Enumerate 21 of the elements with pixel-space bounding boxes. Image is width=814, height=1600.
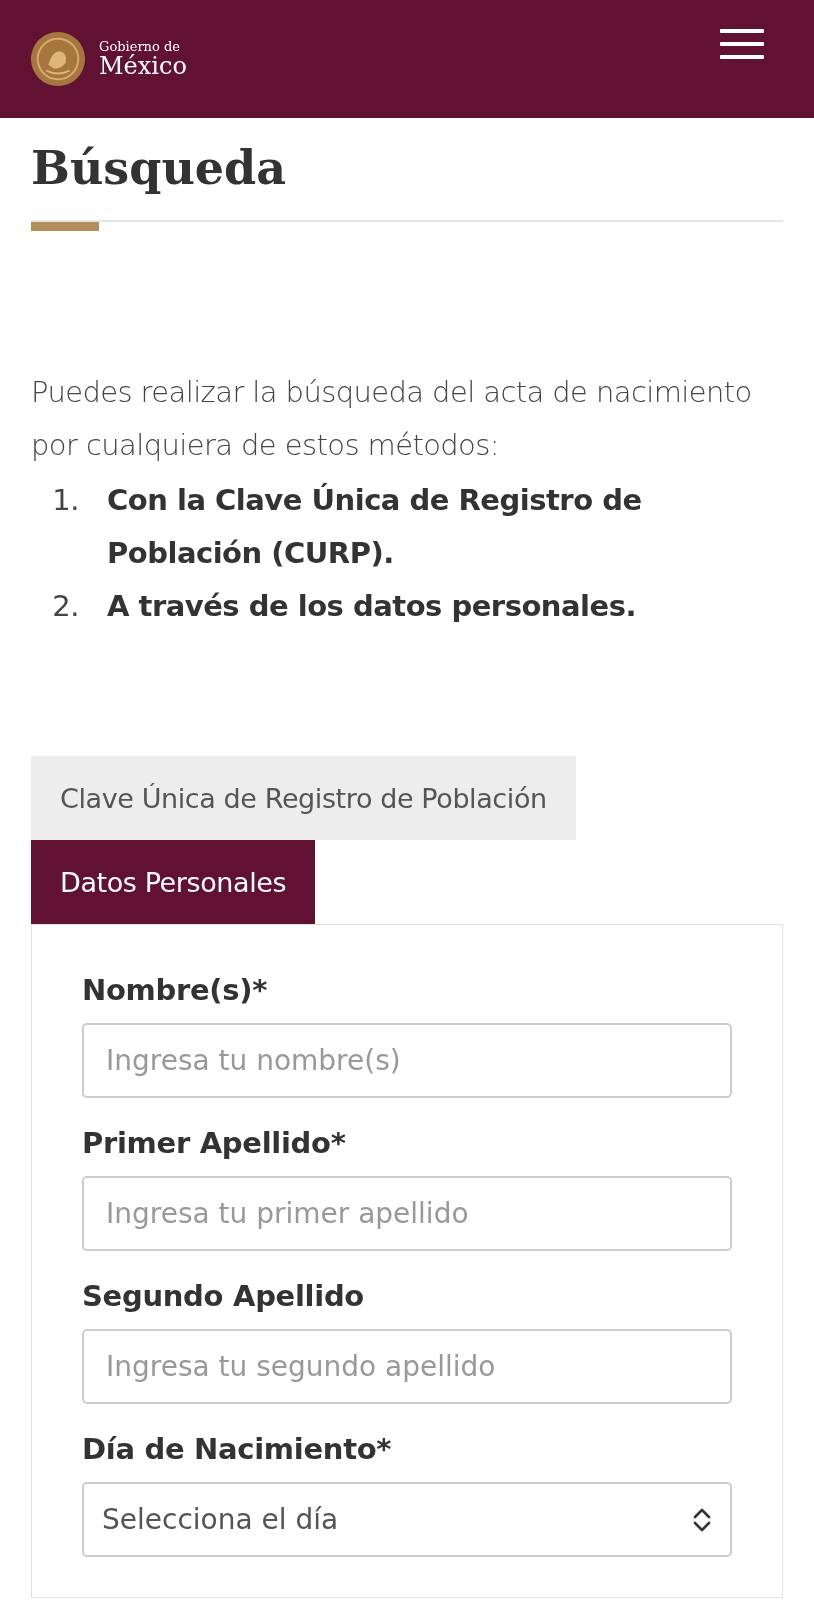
brand-name: México (99, 54, 187, 78)
input-field[interactable]: Ingresa tu nombre(s) (82, 1023, 732, 1098)
tab[interactable]: Datos Personales (31, 840, 316, 924)
list-number: 2. (51, 588, 80, 625)
field-label: Día de Nacimiento* (82, 1432, 393, 1466)
brand-subtitle: Gobierno de (99, 40, 181, 53)
list-number: 1. (51, 482, 80, 519)
menu-icon[interactable] (720, 29, 764, 59)
select-field[interactable]: Selecciona el día (82, 1482, 732, 1557)
input-field[interactable]: Ingresa tu primer apellido (82, 1176, 732, 1251)
list-item-text: A través de los datos personales. (107, 588, 636, 625)
page-title: Búsqueda (31, 140, 288, 197)
list-item-text: Con la Clave Única de Registro de Población (CURP). (107, 482, 643, 572)
field-label: Segundo Apellido (82, 1279, 365, 1313)
intro-text: Puedes realizar la búsqueda del acta de nacimiento por cualquiera de estos métodos: (31, 374, 753, 464)
field-label: Nombre(s)* (82, 973, 269, 1007)
emblem-icon (29, 30, 87, 88)
title-accent-bar (31, 222, 99, 231)
tab[interactable]: Clave Única de Registro de Población (31, 756, 576, 840)
input-field[interactable]: Ingresa tu segundo apellido (82, 1329, 732, 1404)
field-label: Primer Apellido* (82, 1126, 347, 1160)
